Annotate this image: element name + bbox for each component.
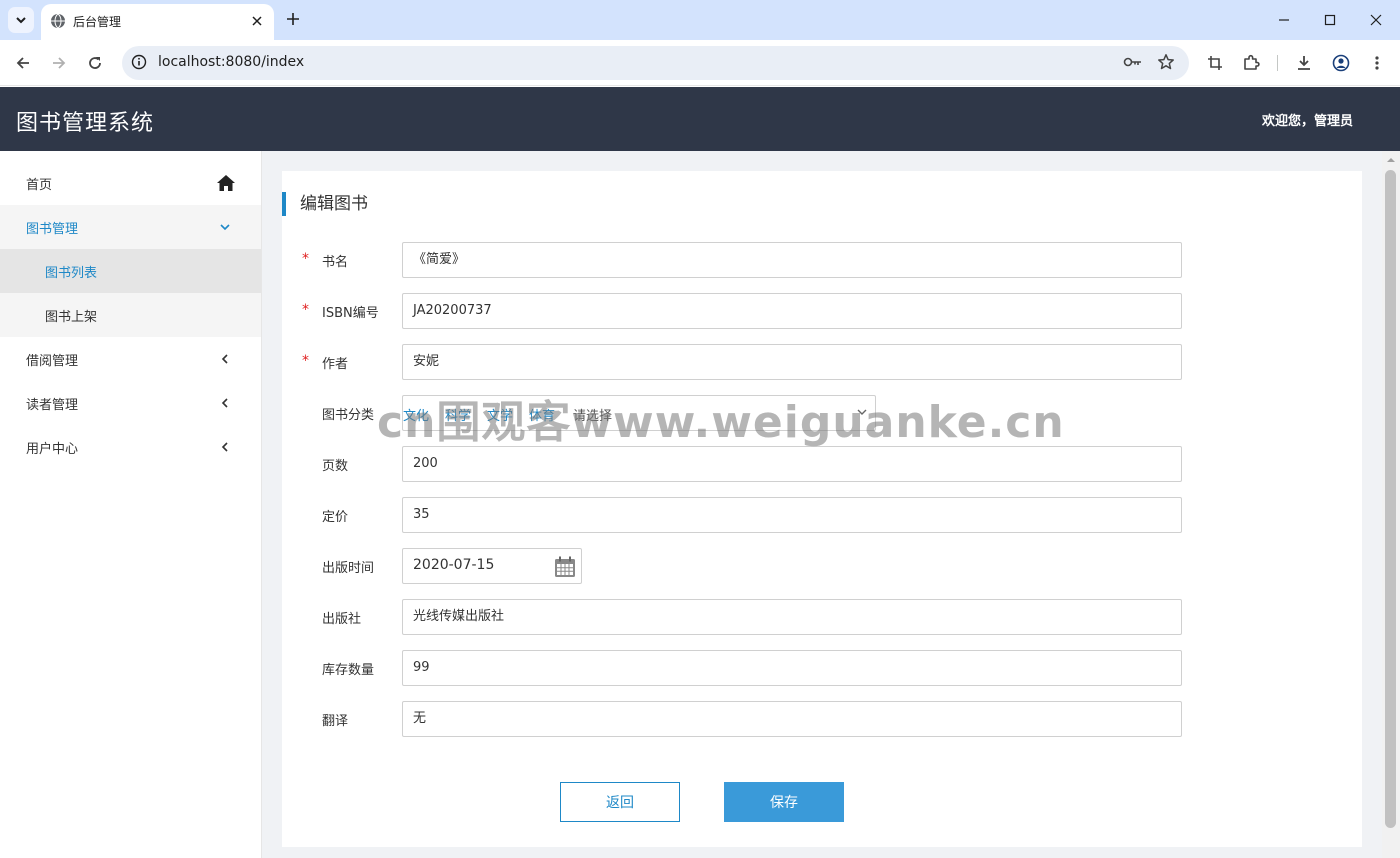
sidebar-item-label: 借阅管理 <box>26 353 79 369</box>
form-row-price: 定价 35 <box>282 497 1362 533</box>
address-bar[interactable]: localhost:8080/index <box>122 46 1189 80</box>
publisher-input[interactable]: 光线传媒出版社 <box>402 599 1182 635</box>
field-label: 页数 <box>322 459 349 474</box>
reload-icon[interactable] <box>84 52 106 74</box>
tab-search-button[interactable] <box>8 7 34 33</box>
scroll-thumb[interactable] <box>1385 170 1396 828</box>
sidebar: 首页 图书管理 图书列表 图书上架 借阅管理 读者管理 用户中心 <box>0 151 262 858</box>
translator-input[interactable]: 无 <box>402 701 1182 737</box>
form-row-translator: 翻译 无 <box>282 701 1362 737</box>
chevron-left-icon <box>219 352 231 366</box>
sidebar-item-label: 图书列表 <box>45 265 98 281</box>
category-option[interactable]: 文化 <box>403 405 429 424</box>
key-icon[interactable] <box>1123 54 1143 70</box>
form-row-publisher: 出版社 光线传媒出版社 <box>282 599 1362 635</box>
sidebar-item-label: 图书上架 <box>45 309 98 325</box>
field-label: 定价 <box>322 510 349 525</box>
extensions-icon[interactable] <box>1240 52 1262 74</box>
download-icon[interactable] <box>1293 52 1315 74</box>
back-arrow-icon[interactable] <box>12 52 34 74</box>
form-row-category: 图书分类 文化 科学 文学 体育 请选择 <box>282 395 1362 431</box>
welcome-text[interactable]: 欢迎您，管理员 <box>1262 110 1353 129</box>
globe-icon <box>51 13 65 29</box>
category-option[interactable]: 科学 <box>445 405 471 424</box>
pages-input[interactable]: 200 <box>402 446 1182 482</box>
chevron-left-icon <box>219 440 231 454</box>
browser-toolbar: localhost:8080/index <box>0 40 1400 86</box>
sidebar-item-borrow-management[interactable]: 借阅管理 <box>0 337 261 381</box>
author-input[interactable]: 安妮 <box>402 344 1182 380</box>
sidebar-item-home[interactable]: 首页 <box>0 161 261 205</box>
form-row-pub-date: 出版时间 2020-07-15 <box>282 548 1362 584</box>
app-header: 图书管理系统 欢迎您，管理员 <box>0 87 1400 151</box>
maximize-icon[interactable] <box>1319 9 1341 31</box>
browser-tab[interactable]: 后台管理 <box>41 4 274 40</box>
back-button[interactable]: 返回 <box>560 782 680 822</box>
calendar-icon[interactable] <box>553 555 577 579</box>
required-mark: * <box>302 353 309 369</box>
main-content: 编辑图书 * 书名 《简爱》 * ISBN编号 JA20200737 * 作者 … <box>262 151 1382 858</box>
field-label: 库存数量 <box>322 663 375 678</box>
stock-input[interactable]: 99 <box>402 650 1182 686</box>
scroll-up-arrow-icon[interactable] <box>1386 156 1396 164</box>
sidebar-item-user-center[interactable]: 用户中心 <box>0 425 261 469</box>
required-mark: * <box>302 251 309 267</box>
save-button[interactable]: 保存 <box>724 782 844 822</box>
more-menu-icon[interactable] <box>1366 52 1388 74</box>
crop-icon[interactable] <box>1204 52 1226 74</box>
field-label: 出版时间 <box>322 561 375 576</box>
page-title: 编辑图书 <box>282 192 368 216</box>
publish-date-input[interactable]: 2020-07-15 <box>402 548 582 584</box>
app-title: 图书管理系统 <box>16 111 155 136</box>
toolbar-separator <box>1277 55 1278 71</box>
browser-tab-strip: 后台管理 <box>0 0 1400 40</box>
home-icon <box>217 175 235 191</box>
form-row-author: * 作者 安妮 <box>282 344 1362 380</box>
form-row-stock: 库存数量 99 <box>282 650 1362 686</box>
sidebar-item-label: 读者管理 <box>26 397 79 413</box>
field-label: 出版社 <box>322 612 362 627</box>
site-info-icon[interactable] <box>131 54 147 70</box>
sidebar-item-reader-management[interactable]: 读者管理 <box>0 381 261 425</box>
category-option[interactable]: 文学 <box>487 405 513 424</box>
category-placeholder: 请选择 <box>573 409 613 424</box>
scrollbar[interactable] <box>1382 151 1400 858</box>
sidebar-item-label: 用户中心 <box>26 441 79 457</box>
book-name-input[interactable]: 《简爱》 <box>402 242 1182 278</box>
new-tab-icon[interactable] <box>283 9 303 29</box>
chevron-left-icon <box>219 396 231 410</box>
form-row-isbn: * ISBN编号 JA20200737 <box>282 293 1362 329</box>
date-value: 2020-07-15 <box>413 557 495 573</box>
isbn-input[interactable]: JA20200737 <box>402 293 1182 329</box>
url-text[interactable]: localhost:8080/index <box>158 54 304 70</box>
form-row-name: * 书名 《简爱》 <box>282 242 1362 278</box>
forward-arrow-icon[interactable] <box>48 52 70 74</box>
profile-icon[interactable] <box>1330 52 1352 74</box>
tab-title: 后台管理 <box>73 15 122 29</box>
edit-book-card: 编辑图书 * 书名 《简爱》 * ISBN编号 JA20200737 * 作者 … <box>282 171 1362 847</box>
bookmark-star-icon[interactable] <box>1157 53 1175 71</box>
chevron-down-icon <box>219 220 231 234</box>
price-input[interactable]: 35 <box>402 497 1182 533</box>
minimize-icon[interactable] <box>1273 9 1295 31</box>
form-row-pages: 页数 200 <box>282 446 1362 482</box>
chevron-down-icon <box>857 409 867 415</box>
field-label: ISBN编号 <box>322 306 379 321</box>
sidebar-item-book-list[interactable]: 图书列表 <box>0 249 261 293</box>
field-label: 作者 <box>322 357 349 372</box>
sidebar-item-label: 图书管理 <box>26 221 79 237</box>
close-window-icon[interactable] <box>1365 9 1387 31</box>
field-label: 图书分类 <box>322 408 375 423</box>
field-label: 翻译 <box>322 714 349 729</box>
category-select[interactable]: 文化 科学 文学 体育 请选择 <box>402 395 876 431</box>
sidebar-item-book-management[interactable]: 图书管理 <box>0 205 261 249</box>
close-tab-icon[interactable] <box>248 12 266 30</box>
sidebar-item-label: 首页 <box>26 177 53 193</box>
required-mark: * <box>302 302 309 318</box>
sidebar-item-book-shelving[interactable]: 图书上架 <box>0 293 261 337</box>
category-option[interactable]: 体育 <box>529 405 555 424</box>
field-label: 书名 <box>322 255 349 270</box>
chevron-down-icon <box>16 17 26 24</box>
